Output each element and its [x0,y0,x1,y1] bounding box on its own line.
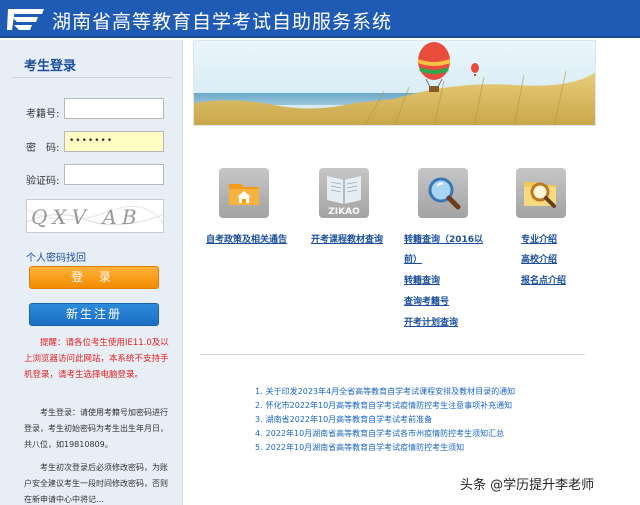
exam-logo-icon [7,9,44,30]
courses-tile[interactable]: ZIKAO [319,168,369,218]
policy-link[interactable]: 自考政策及相关通告 [206,232,287,245]
banner-image [193,40,596,126]
intro-tile[interactable] [516,168,566,218]
captcha-text: QXV AB [31,205,142,229]
exam-no-label: 考籍号: [26,109,60,120]
divider [12,77,172,78]
policy-tile[interactable] [219,168,269,218]
news-item[interactable]: 4. 2022年10月湖南省高等教育自学考试各市州疫情防控考生须知汇总 [255,428,504,439]
first-login-notice: 考生初次登录后必须修改密码，为账户安全建议考生一段时间修改密码，否则在新申请中心… [24,463,168,504]
captcha-input[interactable] [64,164,164,185]
transfer-2016-link-cont[interactable]: 前） [404,252,422,265]
captcha-label: 验证码: [26,176,60,187]
login-sidebar: 考生登录 考籍号: 密 码: ••••••• 验证码: QXV AB 个人密码找… [0,40,183,505]
login-instructions: 考生登录：请使用考籍号加密码进行登录，考生初始密码为考生出生年月日，共八位，如1… [24,408,168,449]
divider [200,354,585,355]
app-header: 湖南省高等教育自学考试自助服务系统 [0,0,640,38]
password-input[interactable]: ••••••• [64,131,164,152]
news-item[interactable]: 5. 2022年10月湖南省高等教育自学考试疫情防控考生须知 [255,442,464,453]
news-item[interactable]: 2. 怀化市2022年10月高等教育自学考试疫情防控考生注意事项补充通知 [255,400,512,411]
forgot-password-link[interactable]: 个人密码找回 [26,249,86,264]
watermark: 头条 @学历提升李老师 [460,478,595,493]
transfer-link[interactable]: 转籍查询 [404,273,440,286]
password-label: 密 码: [26,143,60,154]
university-link[interactable]: 高校介绍 [521,252,557,265]
login-title: 考生登录 [24,59,77,74]
major-link[interactable]: 专业介绍 [521,232,557,245]
login-button[interactable]: 登 录 [29,266,159,289]
exam-plan-link[interactable]: 开考计划查询 [404,315,458,328]
magnifier-folder-icon [524,182,556,208]
transfer-tile[interactable] [418,168,468,218]
folder-home-icon [229,184,259,205]
exam-no-input[interactable] [64,98,164,119]
registration-points-link[interactable]: 报名点介绍 [521,273,566,286]
news-item[interactable]: 1. 关于印发2023年4月全省高等教育自学考试课程安排及教材目录的通知 [255,386,515,397]
transfer-2016-link[interactable]: 转籍查询（2016以 [404,232,483,245]
browser-notice: 提醒：请各位考生使用IE11.0及以上浏览器访问此网站，本系统不支持手机登录，请… [24,338,169,380]
captcha-image[interactable]: QXV AB [26,199,164,233]
register-button[interactable]: 新生注册 [29,303,159,326]
zikao-caption: ZIKAO [328,207,360,217]
courses-link[interactable]: 开考课程教材查询 [311,232,383,245]
app-title: 湖南省高等教育自学考试自助服务系统 [52,11,393,33]
magnifier-icon [428,177,461,210]
query-exam-no-link[interactable]: 查询考籍号 [404,294,449,307]
news-item[interactable]: 3. 湖南省2022年10月高等教育自学考试考前准备 [255,414,432,425]
zikao-book-icon: ZIKAO [327,176,361,217]
